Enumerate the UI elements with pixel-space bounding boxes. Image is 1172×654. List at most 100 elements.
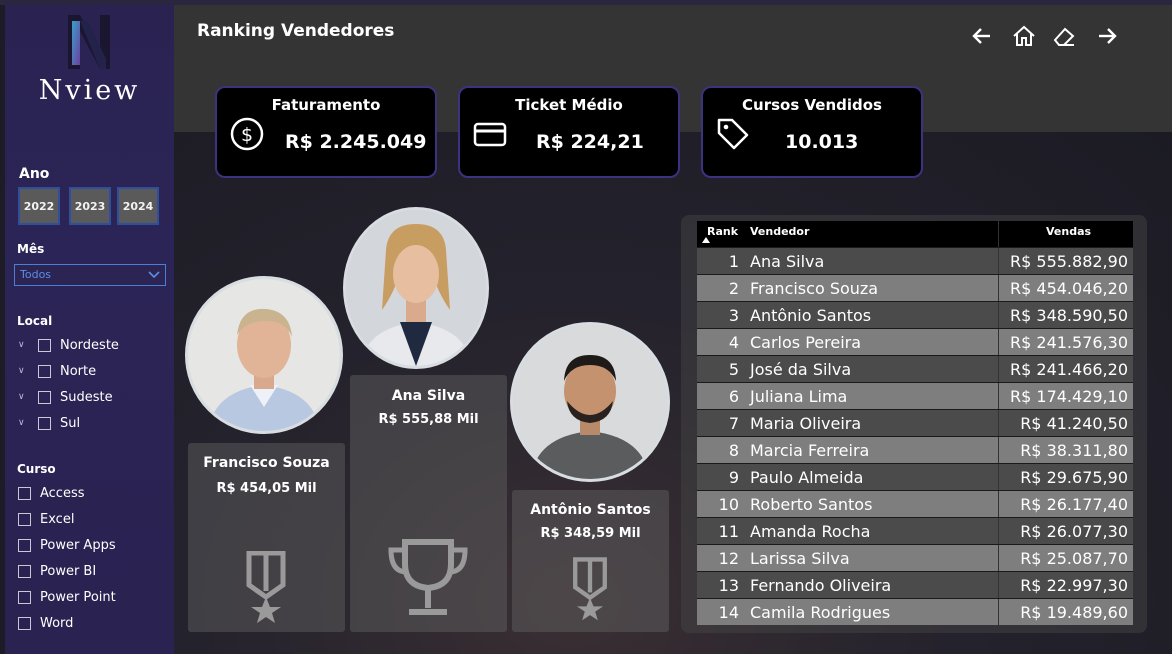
table-row[interactable]: 7 Maria Oliveira R$ 41.240,50 xyxy=(697,409,1133,437)
column-divider xyxy=(998,302,999,329)
curso-item-word[interactable]: Word xyxy=(18,614,73,632)
rank-cell: 5 xyxy=(728,360,739,379)
checkbox[interactable] xyxy=(18,538,31,552)
vendedor-cell: Paulo Almeida xyxy=(750,468,864,487)
checkbox[interactable] xyxy=(18,512,31,526)
kpi-card-ticket-medio: Ticket Médio R$ 224,21 xyxy=(458,86,680,178)
chevron-down-icon[interactable]: ∨ xyxy=(18,418,30,428)
avatar-francisco-souza xyxy=(185,276,343,434)
vendedor-cell: Larissa Silva xyxy=(750,549,850,568)
curso-item-power-apps[interactable]: Power Apps xyxy=(18,536,116,554)
table-row[interactable]: 5 José da Silva R$ 241.466,20 xyxy=(697,355,1133,383)
brand-name: Nview xyxy=(38,75,141,106)
checkbox[interactable] xyxy=(38,338,51,352)
curso-item-power-bi[interactable]: Power BI xyxy=(18,562,96,580)
vendedor-cell: Antônio Santos xyxy=(750,306,872,325)
chevron-down-icon[interactable]: ∨ xyxy=(18,392,30,402)
local-item-sudeste[interactable]: ∨ Sudeste xyxy=(18,388,113,406)
sidebar: Nview Ano 2022 2023 2024 Mês Todos Local… xyxy=(5,5,174,654)
rank-cell: 12 xyxy=(718,549,739,568)
kpi-value: 10.013 xyxy=(785,131,859,153)
column-header-vendedor[interactable]: Vendedor xyxy=(750,225,809,238)
podium-name: Francisco Souza xyxy=(203,455,330,471)
year-button-2023[interactable]: 2023 xyxy=(69,187,111,225)
column-divider xyxy=(998,437,999,464)
checkbox[interactable] xyxy=(38,364,51,378)
vendas-cell: R$ 25.087,70 xyxy=(1020,549,1128,568)
vendedor-cell: Fernando Oliveira xyxy=(750,576,892,595)
vendas-cell: R$ 41.240,50 xyxy=(1020,414,1128,433)
chevron-down-icon[interactable]: ∨ xyxy=(18,366,30,376)
column-divider xyxy=(998,410,999,437)
checkbox[interactable] xyxy=(18,564,31,578)
column-divider xyxy=(998,383,999,410)
forward-arrow-icon[interactable] xyxy=(1095,24,1119,48)
table-row[interactable]: 10 Roberto Santos R$ 26.177,40 xyxy=(697,490,1133,518)
year-button-2024[interactable]: 2024 xyxy=(117,187,159,225)
month-dropdown-value: Todos xyxy=(20,268,52,281)
nview-logo-icon xyxy=(68,15,110,69)
podium-second: Francisco Souza R$ 454,05 Mil xyxy=(188,443,345,632)
eraser-icon[interactable] xyxy=(1052,24,1076,48)
table-row[interactable]: 2 Francisco Souza R$ 454.046,20 xyxy=(697,274,1133,302)
page-title: Ranking Vendedores xyxy=(197,21,395,41)
podium-third: Antônio Santos R$ 348,59 Mil xyxy=(512,490,669,632)
home-icon[interactable] xyxy=(1012,24,1036,48)
month-dropdown[interactable]: Todos xyxy=(14,264,166,286)
chevron-down-icon[interactable]: ∨ xyxy=(18,340,30,350)
podium-first: Ana Silva R$ 555,88 Mil xyxy=(350,375,507,632)
back-arrow-icon[interactable] xyxy=(970,24,994,48)
checkbox[interactable] xyxy=(38,390,51,404)
rank-cell: 4 xyxy=(728,333,739,352)
checkbox[interactable] xyxy=(38,416,51,430)
vendas-cell: R$ 241.576,30 xyxy=(1010,333,1128,352)
column-divider xyxy=(998,518,999,545)
local-item-nordeste[interactable]: ∨ Nordeste xyxy=(18,336,119,354)
table-row[interactable]: 6 Juliana Lima R$ 174.429,10 xyxy=(697,382,1133,410)
column-divider xyxy=(998,464,999,491)
curso-label: Word xyxy=(40,615,74,631)
month-filter-label: Mês xyxy=(17,242,45,256)
vendas-cell: R$ 29.675,90 xyxy=(1020,468,1128,487)
podium-value: R$ 555,88 Mil xyxy=(378,412,479,427)
table-row[interactable]: 14 Camila Rodrigues R$ 19.489,60 xyxy=(697,598,1133,626)
local-item-sul[interactable]: ∨ Sul xyxy=(18,414,80,432)
checkbox[interactable] xyxy=(18,486,31,500)
column-divider xyxy=(998,275,999,302)
checkbox[interactable] xyxy=(18,616,31,630)
avatar-ana-silva xyxy=(343,207,489,369)
vendedor-cell: Francisco Souza xyxy=(750,279,879,298)
table-row[interactable]: 9 Paulo Almeida R$ 29.675,90 xyxy=(697,463,1133,491)
dollar-circle-icon: $ xyxy=(230,117,264,151)
curso-item-access[interactable]: Access xyxy=(18,484,85,502)
vendas-cell: R$ 348.590,50 xyxy=(1010,306,1128,325)
vendas-cell: R$ 241.466,20 xyxy=(1010,360,1128,379)
table-row[interactable]: 8 Marcia Ferreira R$ 38.311,80 xyxy=(697,436,1133,464)
rank-cell: 11 xyxy=(718,522,739,541)
vendas-cell: R$ 26.077,30 xyxy=(1020,522,1128,541)
local-item-norte[interactable]: ∨ Norte xyxy=(18,362,96,380)
checkbox[interactable] xyxy=(18,590,31,604)
vendedor-cell: Juliana Lima xyxy=(750,387,848,406)
table-row[interactable]: 1 Ana Silva R$ 555.882,90 xyxy=(697,247,1133,275)
table-row[interactable]: 4 Carlos Pereira R$ 241.576,30 xyxy=(697,328,1133,356)
vendas-cell: R$ 555.882,90 xyxy=(1010,252,1128,271)
column-header-vendas[interactable]: Vendas xyxy=(1046,225,1091,238)
vendas-cell: R$ 26.177,40 xyxy=(1020,495,1128,514)
column-divider xyxy=(998,599,999,626)
table-row[interactable]: 12 Larissa Silva R$ 25.087,70 xyxy=(697,544,1133,572)
curso-item-power-point[interactable]: Power Point xyxy=(18,588,116,606)
table-row[interactable]: 3 Antônio Santos R$ 348.590,50 xyxy=(697,301,1133,329)
column-divider xyxy=(998,545,999,572)
table-row[interactable]: 13 Fernando Oliveira R$ 22.997,30 xyxy=(697,571,1133,599)
vendas-cell: R$ 19.489,60 xyxy=(1020,603,1128,622)
year-filter-label: Ano xyxy=(19,166,50,182)
curso-label: Access xyxy=(40,485,85,501)
curso-item-excel[interactable]: Excel xyxy=(18,510,74,528)
vendedor-cell: Camila Rodrigues xyxy=(750,603,891,622)
table-row[interactable]: 11 Amanda Rocha R$ 26.077,30 xyxy=(697,517,1133,545)
year-button-2022[interactable]: 2022 xyxy=(18,187,60,225)
rank-cell: 13 xyxy=(718,576,739,595)
column-divider xyxy=(998,572,999,599)
column-header-rank[interactable]: Rank xyxy=(707,225,738,238)
